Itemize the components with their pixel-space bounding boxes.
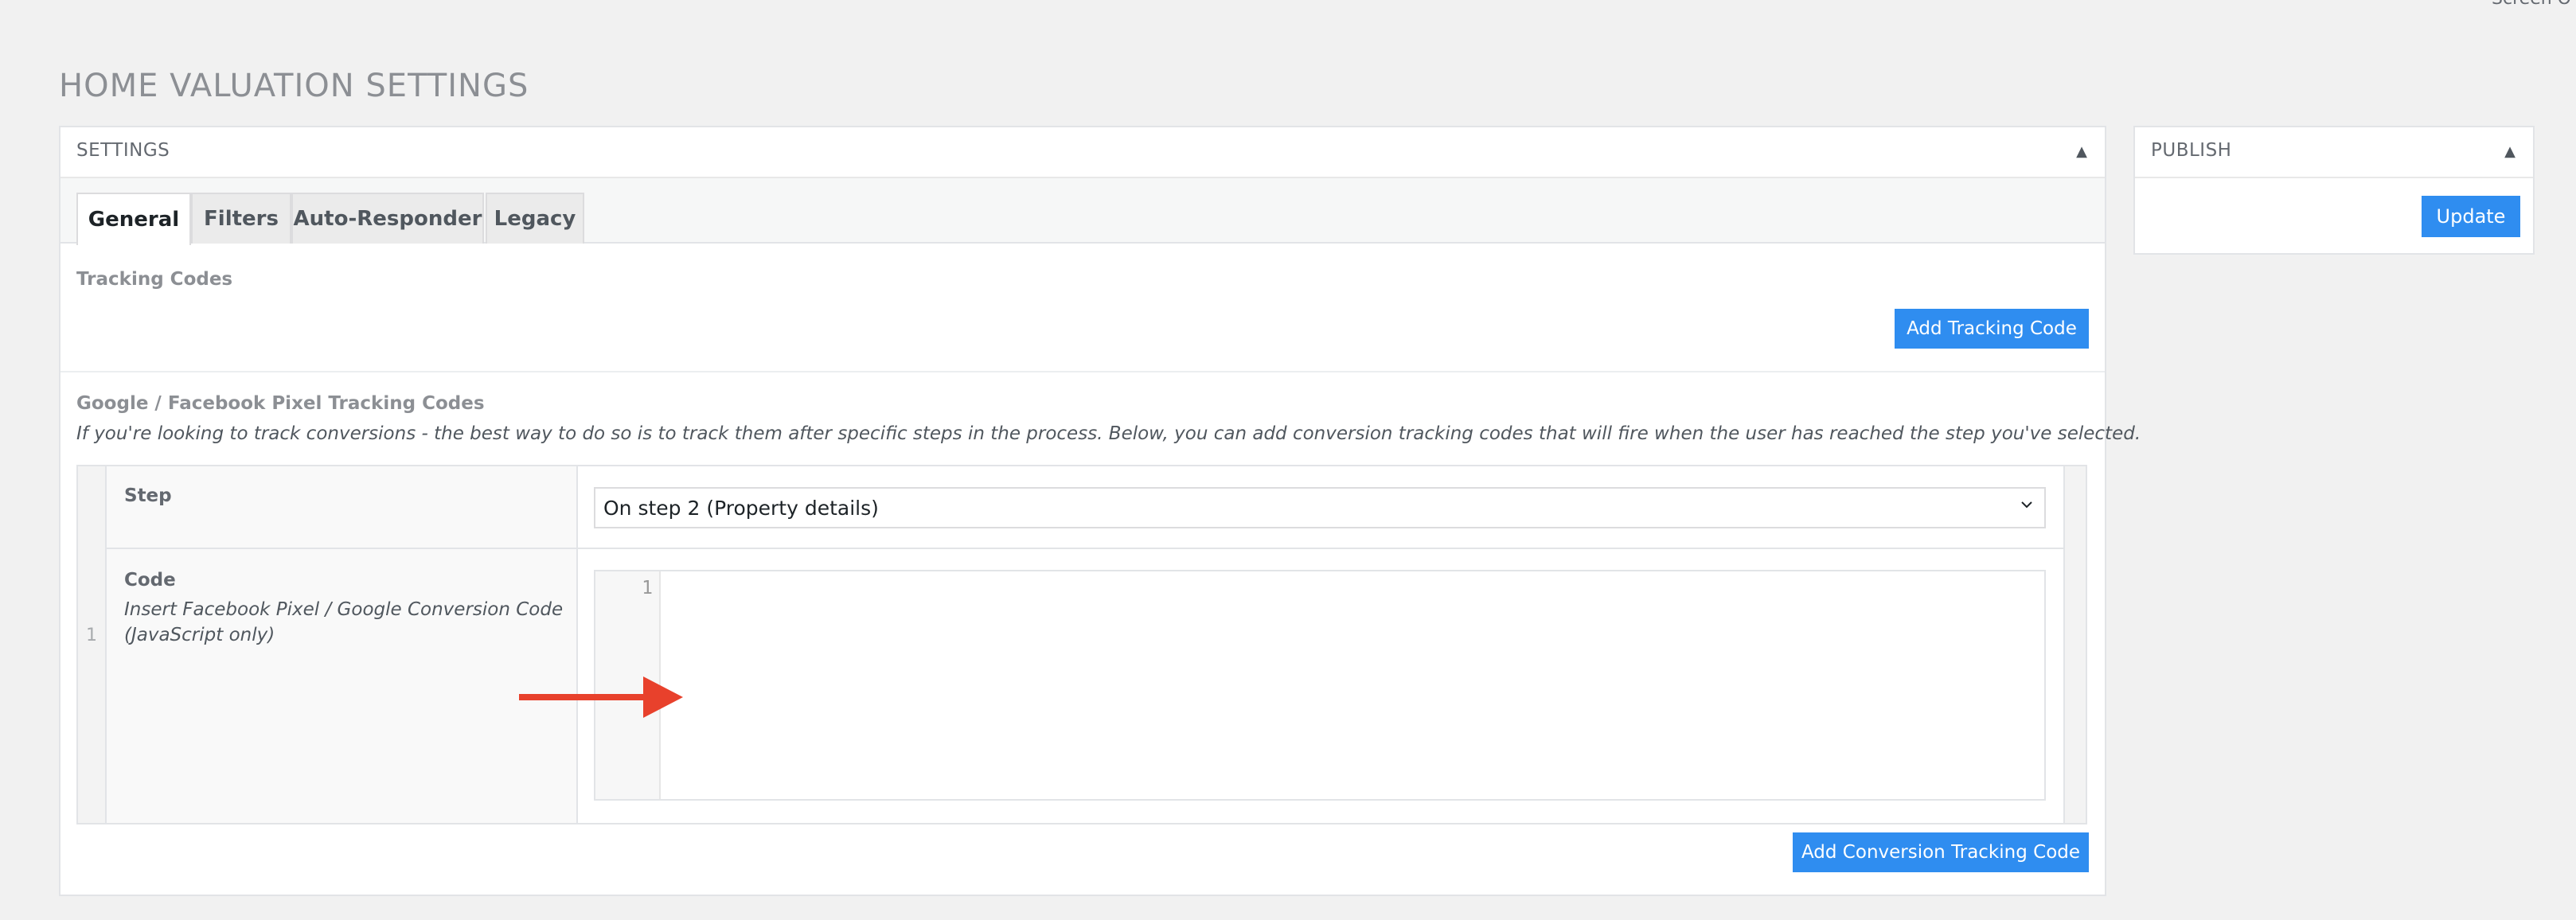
settings-panel-title: SETTINGS — [76, 140, 170, 161]
row-number: 1 — [86, 626, 97, 645]
code-description: Insert Facebook Pixel / Google Conversio… — [124, 599, 564, 645]
editor-line-number: 1 — [642, 578, 653, 598]
pixel-tracking-codes-label: Google / Facebook Pixel Tracking Codes — [76, 393, 485, 414]
add-tracking-code-button[interactable]: Add Tracking Code — [1895, 309, 2089, 349]
settings-panel: SETTINGS ▲ General Filters Auto-Responde… — [59, 126, 2141, 896]
pixel-tracking-description: If you're looking to track conversions -… — [76, 423, 2141, 444]
field-values-column: On step 2 (Property details) 1 — [578, 466, 2063, 823]
section-divider — [60, 371, 2105, 372]
step-label: Step — [124, 485, 172, 506]
row-separator — [107, 548, 2063, 549]
publish-panel: PUBLISH ▲ Update — [2133, 126, 2535, 255]
add-conversion-tracking-code-button[interactable]: Add Conversion Tracking Code — [1793, 832, 2089, 872]
code-editor[interactable]: 1 — [594, 570, 2046, 801]
conversion-code-repeater: 1 Step Code Insert Facebook Pixel / Goog… — [76, 465, 2087, 824]
chevron-down-icon — [2021, 501, 2032, 509]
tab-legacy[interactable]: Legacy — [486, 193, 584, 244]
tab-auto-responder[interactable]: Auto-Responder — [291, 193, 484, 244]
collapse-toggle-icon[interactable]: ▲ — [2504, 143, 2516, 160]
row-drag-handle[interactable]: 1 — [78, 466, 107, 823]
field-labels-column: Step Code Insert Facebook Pixel / Google… — [107, 466, 578, 823]
step-select[interactable]: On step 2 (Property details) — [594, 487, 2046, 528]
row-actions[interactable] — [2063, 466, 2086, 823]
tabs-bar: General Filters Auto-Responder Legacy — [60, 178, 2105, 245]
publish-panel-title: PUBLISH — [2151, 140, 2232, 161]
update-button[interactable]: Update — [2422, 196, 2520, 237]
page-title: HOME VALUATION SETTINGS — [59, 68, 529, 104]
tab-general[interactable]: General — [76, 193, 191, 245]
collapse-toggle-icon[interactable]: ▲ — [2076, 143, 2087, 160]
settings-panel-header[interactable]: SETTINGS ▲ — [60, 127, 2105, 178]
code-label: Code — [124, 570, 176, 591]
tab-filters[interactable]: Filters — [191, 193, 291, 244]
arrow-right-icon — [519, 676, 683, 718]
step-select-value: On step 2 (Property details) — [603, 496, 879, 520]
publish-panel-header[interactable]: PUBLISH ▲ — [2135, 127, 2533, 178]
tracking-codes-label: Tracking Codes — [76, 269, 233, 290]
screen-options-tab[interactable]: Screen O — [2487, 0, 2576, 10]
